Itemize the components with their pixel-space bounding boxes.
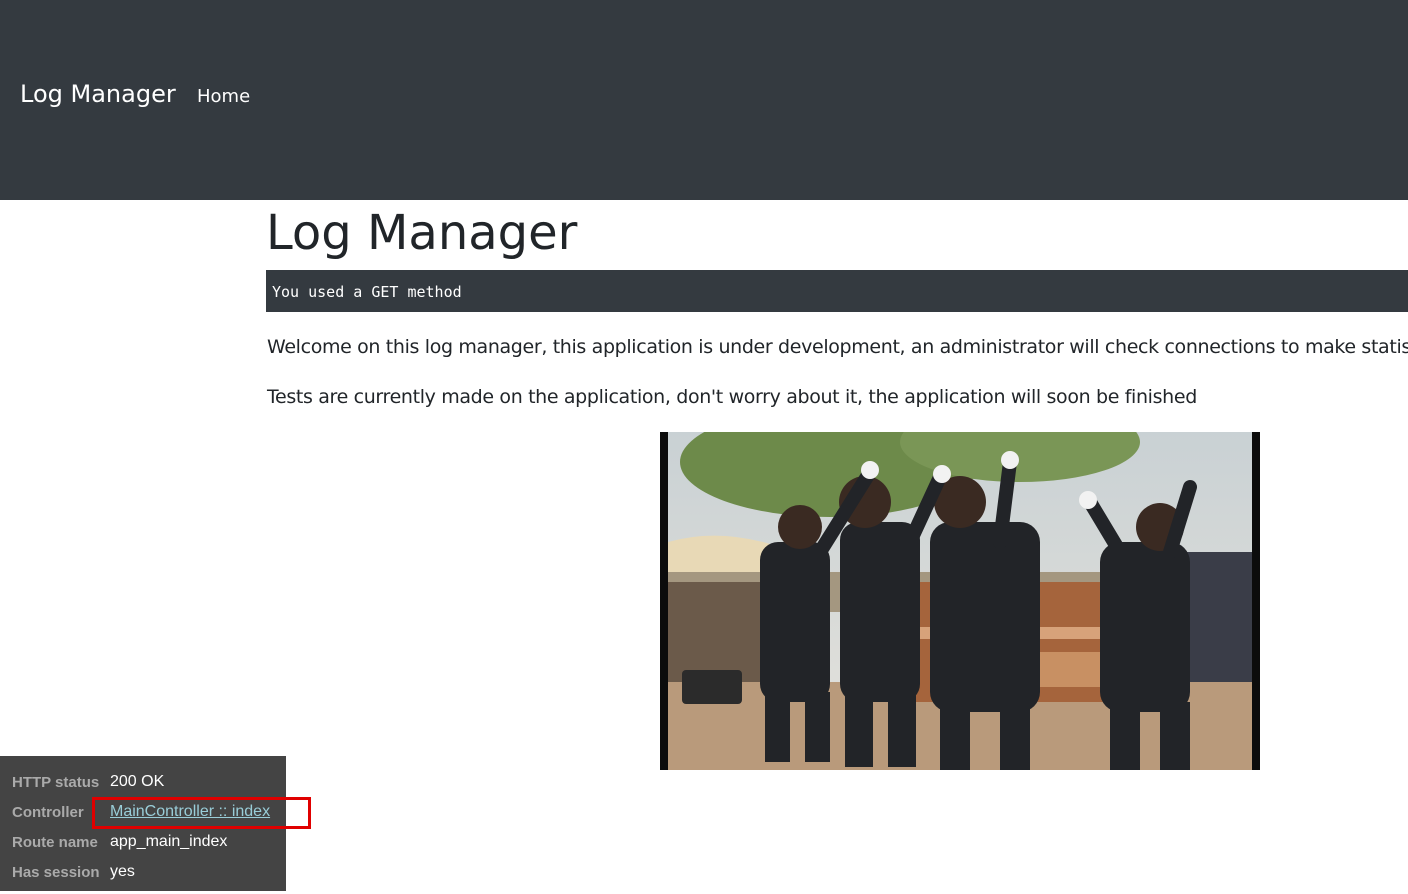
tests-paragraph: Tests are currently made on the applicat…	[267, 386, 1197, 408]
welcome-paragraph: Welcome on this log manager, this applic…	[267, 336, 1408, 358]
navbar: Log Manager Home	[0, 0, 1408, 200]
method-banner: You used a GET method	[266, 270, 1408, 312]
debug-key: Has session	[12, 864, 100, 881]
gif-illustration	[660, 432, 1260, 770]
debug-key: HTTP status	[12, 774, 100, 791]
method-message: You used a GET method	[272, 283, 462, 301]
debug-row-has-session: Has session yes	[12, 863, 282, 894]
debug-value: app_main_index	[110, 833, 228, 850]
red-highlight-box	[92, 797, 311, 829]
debug-value: yes	[110, 863, 135, 880]
debug-row-route-name: Route name app_main_index	[12, 833, 282, 864]
debug-key: Route name	[12, 834, 98, 851]
nav-link-home[interactable]: Home	[197, 86, 250, 107]
page-title: Log Manager	[266, 205, 578, 261]
navbar-brand[interactable]: Log Manager	[20, 80, 176, 108]
animated-gif-image	[660, 432, 1260, 770]
debug-value: 200 OK	[110, 773, 165, 790]
debug-key: Controller	[12, 804, 84, 821]
